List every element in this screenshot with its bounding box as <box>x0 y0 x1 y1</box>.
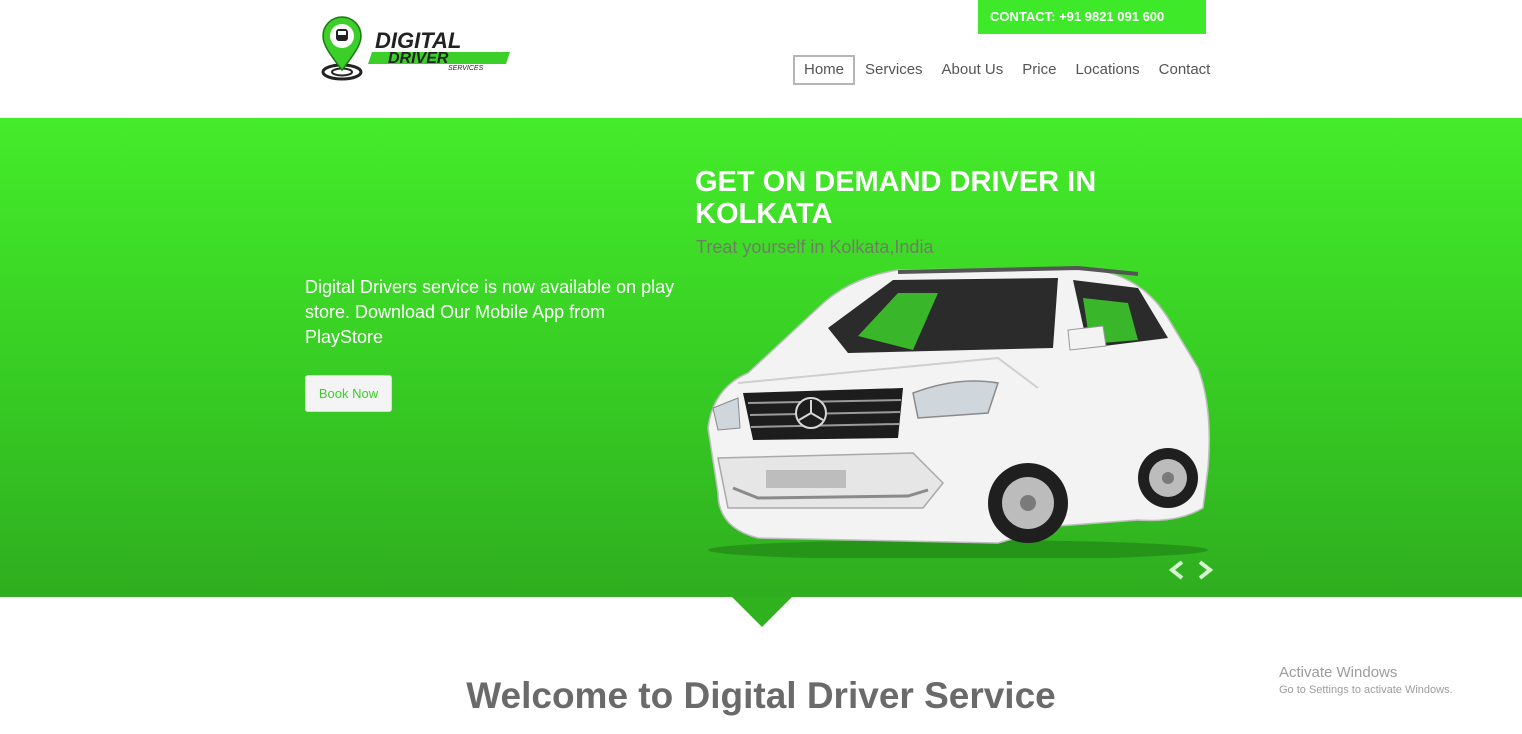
chevron-left-icon[interactable] <box>1168 560 1184 580</box>
svg-text:DRIVER: DRIVER <box>388 50 449 67</box>
nav-home[interactable]: Home <box>793 55 856 85</box>
contact-bar[interactable]: CONTACT: +91 9821 091 600 <box>978 0 1206 34</box>
activate-windows-watermark: Activate Windows Go to Settings to activ… <box>1279 664 1453 696</box>
slider-arrows <box>1168 560 1214 580</box>
book-now-button[interactable]: Book Now <box>305 375 392 412</box>
hero-slider: Digital Drivers service is now available… <box>0 118 1522 597</box>
hero-subtitle: Treat yourself in Kolkata,India <box>696 237 934 257</box>
watermark-title: Activate Windows <box>1279 664 1398 681</box>
svg-text:SERVICES: SERVICES <box>448 65 484 72</box>
nav-contact[interactable]: Contact <box>1150 55 1220 85</box>
site-header: DIGITAL DRIVER SERVICES CONTACT: +91 982… <box>0 0 1522 118</box>
nav-services[interactable]: Services <box>856 55 932 85</box>
watermark-subtitle: Go to Settings to activate Windows. <box>1279 684 1453 696</box>
main-nav: Home Services About Us Price Locations C… <box>793 55 1220 85</box>
nav-locations[interactable]: Locations <box>1066 55 1148 85</box>
chevron-right-icon[interactable] <box>1198 560 1214 580</box>
car-image <box>707 265 1210 558</box>
hero-title: GET ON DEMAND DRIVER IN KOLKATA <box>695 166 1097 230</box>
hero-description: Digital Drivers service is now available… <box>305 277 675 347</box>
digital-driver-logo[interactable]: DIGITAL DRIVER SERVICES <box>320 14 520 84</box>
hero-pointer <box>732 597 792 627</box>
nav-about-us[interactable]: About Us <box>933 55 1013 85</box>
nav-price[interactable]: Price <box>1013 55 1065 85</box>
